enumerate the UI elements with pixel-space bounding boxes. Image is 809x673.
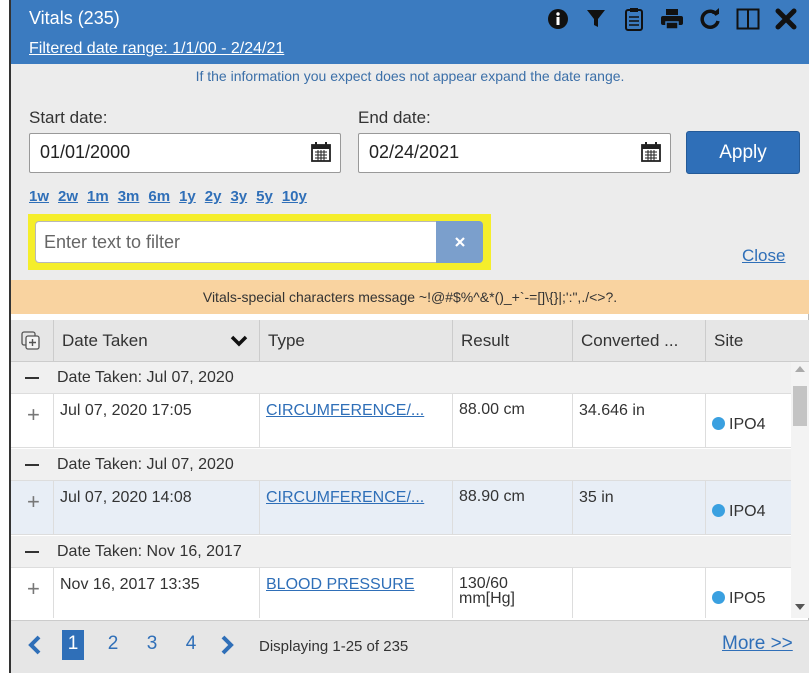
table-row[interactable]: + Jul 07, 2020 14:08 CIRCUMFERENCE/... 8… — [11, 481, 791, 535]
cell-result: 88.00 cm — [453, 394, 573, 448]
cell-converted: 34.646 in — [573, 394, 706, 448]
displaying-count: Displaying 1-25 of 235 — [259, 638, 409, 655]
site-dot-icon — [712, 591, 725, 604]
collapse-group-icon[interactable] — [25, 464, 39, 466]
end-date-calendar-icon[interactable] — [641, 142, 661, 162]
sort-descending-icon[interactable] — [230, 335, 248, 347]
group-row[interactable]: Date Taken: Nov 16, 2017 — [11, 536, 791, 568]
table-row[interactable]: + Nov 16, 2017 13:35 BLOOD PRESSURE 130/… — [11, 568, 791, 618]
expand-all-icon — [21, 331, 40, 350]
start-date-label: Start date: — [29, 108, 108, 127]
scroll-down-icon[interactable] — [795, 604, 805, 610]
info-icon[interactable] — [545, 6, 571, 32]
quick-range-2y[interactable]: 2y — [205, 188, 222, 205]
clear-x-icon — [454, 237, 465, 247]
panel-title: Vitals (235) — [29, 8, 120, 28]
filter-highlight: Enter text to filter — [28, 214, 491, 270]
quick-range-2w[interactable]: 2w — [58, 188, 78, 205]
column-header-date-taken[interactable]: Date Taken — [54, 320, 260, 362]
next-page-icon[interactable] — [217, 634, 237, 656]
group-label: Date Taken: Jul 07, 2020 — [57, 369, 234, 386]
scroll-up-icon[interactable] — [795, 366, 805, 372]
special-characters-message: Vitals-special characters message ~!@#$%… — [11, 280, 809, 314]
scroll-thumb[interactable] — [793, 386, 807, 426]
page-3-button[interactable]: 3 — [141, 630, 163, 658]
collapse-group-icon[interactable] — [25, 551, 39, 553]
page-2-button[interactable]: 2 — [102, 630, 124, 658]
site-dot-icon — [712, 417, 725, 430]
vitals-panel: Vitals (235) Filtered date range: 1/1/00… — [9, 0, 809, 673]
column-header-type[interactable]: Type — [260, 320, 453, 362]
cell-converted — [573, 568, 706, 618]
cell-site: IPO5 — [706, 568, 791, 618]
table-header: Date Taken Type Result Converted ... Sit… — [11, 320, 809, 362]
vitals-table-body: Date Taken: Jul 07, 2020 + Jul 07, 2020 … — [11, 362, 791, 618]
cell-site: IPO4 — [706, 394, 791, 448]
group-label: Date Taken: Nov 16, 2017 — [57, 543, 242, 560]
cell-date-taken: Nov 16, 2017 13:35 — [54, 568, 260, 618]
cell-result: 88.90 cm — [453, 481, 573, 535]
pagination-bar: 1 2 3 4 Displaying 1-25 of 235 More >> — [11, 620, 809, 673]
clipboard-icon[interactable] — [621, 6, 647, 32]
end-date-label: End date: — [358, 108, 431, 127]
expand-all-button[interactable] — [11, 320, 54, 362]
column-header-converted[interactable]: Converted ... — [573, 320, 706, 362]
cell-result: 130/60 mm[Hg] — [453, 568, 573, 618]
quick-range-1w[interactable]: 1w — [29, 188, 49, 205]
end-date-field[interactable]: 02/24/2021 — [358, 133, 671, 173]
site-dot-icon — [712, 504, 725, 517]
filter-text-input[interactable]: Enter text to filter — [35, 221, 437, 263]
quick-range-5y[interactable]: 5y — [256, 188, 273, 205]
start-date-calendar-icon[interactable] — [311, 142, 331, 162]
site-label: IPO4 — [729, 416, 766, 433]
clear-filter-button[interactable] — [436, 221, 483, 263]
cell-type-link[interactable]: CIRCUMFERENCE/... — [260, 394, 453, 448]
column-header-site[interactable]: Site — [706, 320, 809, 362]
cell-date-taken: Jul 07, 2020 17:05 — [54, 394, 260, 448]
cell-converted: 35 in — [573, 481, 706, 535]
column-label-date-taken: Date Taken — [62, 331, 148, 350]
collapse-group-icon[interactable] — [25, 377, 39, 379]
header-toolbar — [545, 6, 799, 32]
quick-range-3m[interactable]: 3m — [118, 188, 140, 205]
expand-row-icon[interactable]: + — [11, 394, 54, 448]
table-row[interactable]: + Jul 07, 2020 17:05 CIRCUMFERENCE/... 8… — [11, 394, 791, 448]
quick-range-10y[interactable]: 10y — [282, 188, 307, 205]
group-row[interactable]: Date Taken: Jul 07, 2020 — [11, 449, 791, 481]
cell-type-link[interactable]: BLOOD PRESSURE — [260, 568, 453, 618]
page-4-button[interactable]: 4 — [180, 630, 202, 658]
quick-range-3y[interactable]: 3y — [230, 188, 247, 205]
cell-date-taken: Jul 07, 2020 14:08 — [54, 481, 260, 535]
close-filter-link[interactable]: Close — [742, 246, 785, 266]
expand-row-icon[interactable]: + — [11, 568, 54, 618]
previous-page-icon[interactable] — [25, 634, 45, 656]
cell-type-link[interactable]: CIRCUMFERENCE/... — [260, 481, 453, 535]
date-range-info-message: If the information you expect does not a… — [195, 68, 625, 84]
group-label: Date Taken: Jul 07, 2020 — [57, 456, 234, 473]
apply-button[interactable]: Apply — [686, 131, 800, 174]
group-row[interactable]: Date Taken: Jul 07, 2020 — [11, 362, 791, 394]
more-link[interactable]: More >> — [722, 633, 793, 655]
start-date-field[interactable]: 01/01/2000 — [29, 133, 341, 173]
cell-site: IPO4 — [706, 481, 791, 535]
filter-icon[interactable] — [583, 6, 609, 32]
print-icon[interactable] — [659, 6, 685, 32]
refresh-icon[interactable] — [697, 6, 723, 32]
site-label: IPO4 — [729, 503, 766, 520]
quick-range-1m[interactable]: 1m — [87, 188, 109, 205]
site-label: IPO5 — [729, 590, 766, 607]
filtered-date-range-link[interactable]: Filtered date range: 1/1/00 - 2/24/21 — [29, 40, 284, 58]
expand-row-icon[interactable]: + — [11, 481, 54, 535]
table-scrollbar[interactable] — [791, 362, 809, 618]
quick-range-6m[interactable]: 6m — [148, 188, 170, 205]
quick-range-1y[interactable]: 1y — [179, 188, 196, 205]
page-1-button[interactable]: 1 — [62, 630, 84, 660]
column-header-result[interactable]: Result — [453, 320, 573, 362]
close-icon[interactable] — [773, 6, 799, 32]
quick-range-links: 1w 2w 1m 3m 6m 1y 2y 3y 5y 10y — [29, 188, 307, 205]
expand-panel-icon[interactable] — [735, 6, 761, 32]
panel-header: Vitals (235) Filtered date range: 1/1/00… — [11, 0, 809, 64]
